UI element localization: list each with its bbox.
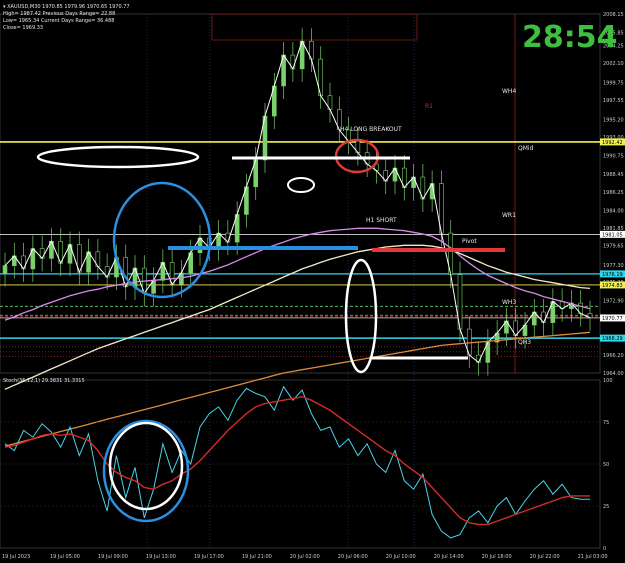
price-tick: 1964.00 [603,371,624,377]
white-small-ellipse [287,177,315,193]
time-tick: 20 Jul 10:00 [386,554,416,560]
price-tick: 1988.45 [603,172,624,178]
time-axis: 19 Jul 2023 19 Jul 05:00 19 Jul 09:00 19 Ju… [2,554,608,560]
time-tick: 19 Jul 13:00 [146,554,176,560]
time-tick: 20 Jul 02:00 [290,554,320,560]
price-tick: 1995.20 [603,117,624,123]
series-ma_cream [4,244,591,390]
stoch-signal [4,396,590,526]
price-tick: 1997.55 [603,98,624,104]
high-line: High= 1987.42 Previous Days Range= 22.88 [3,11,116,17]
label-r1: R1 [425,103,433,110]
label-qh3: QH3 [518,339,531,346]
candle-body [2,265,8,275]
price-tick: 1986.25 [603,190,624,196]
white-tall-ellipse [344,258,378,374]
price-label-pivot: 1974.83 [602,283,623,289]
label-wh3: WH3 [502,299,516,306]
stoch-panel [0,385,600,539]
symbol-line: ▾ XAUUSD,M30 1970.85 1979.96 1970.65 197… [3,4,130,10]
price-label-current: 1970.77 [602,316,623,322]
time-tick: 19 Jul 05:00 [50,554,80,560]
price-label-wr1: 1976.19 [602,272,623,278]
stoch-tick: 25 [603,504,609,510]
stoch-tick: 0 [603,546,606,552]
price-tick: 2002.10 [603,61,624,67]
label-wr1: WR1 [502,212,516,219]
time-tick: 20 Jul 14:00 [434,554,464,560]
price-tick: 1966.20 [603,353,624,359]
white-ellipse-top [36,145,200,169]
stoch-tick: 100 [603,378,613,384]
price-axis: 2008.152005.852004.252002.101999.751997.… [600,12,625,552]
time-tick: 20 Jul 06:00 [338,554,368,560]
price-tick: 1977.30 [603,263,624,269]
price-label-wh4: 1992.42 [602,140,623,146]
price-tick: 1984.00 [603,208,624,214]
time-tick: 21 Jul 03:00 [578,554,608,560]
price-label-level: 1981.05 [602,232,623,238]
white-circle-stoch [108,421,184,511]
price-label-wh3: 1968.29 [602,336,623,342]
chart-canvas: 2008.152005.852004.252002.101999.751997.… [0,12,625,560]
label-qmid: QMid [518,145,534,152]
price-tick: 1990.75 [603,153,624,159]
time-tick: 19 Jul 17:00 [194,554,224,560]
range-box [211,13,418,41]
time-tick: 19 Jul 21:00 [242,554,272,560]
time-tick: 19 Jul 2023 [2,554,30,560]
countdown-timer: 28:54 [522,20,618,55]
price-tick: 1979.65 [603,244,624,250]
price-tick: 2008.15 [603,12,624,18]
label-h1-short: H1 SHORT [366,217,397,224]
low-line: Low= 1965.34 Current Days Range= 36.488 [3,18,115,24]
label-h4-breakout: H4 LONG BREAKOUT [340,126,402,133]
series-ma_orange [4,331,591,447]
label-wh4: WH4 [502,88,516,95]
price-tick: 1972.90 [603,299,624,305]
stoch-tick: 75 [603,420,609,426]
time-tick: 20 Jul 18:00 [482,554,512,560]
time-tick: 20 Jul 22:00 [530,554,560,560]
label-pivot: Pivot [462,238,477,245]
close-line: Close= 1969.33 [3,25,44,31]
price-tick: 1999.75 [603,80,624,86]
stoch-main [4,385,590,539]
stoch-label: Stoch(36,12,1) 29.3831 31.3315 [3,378,85,384]
time-tick: 19 Jul 09:00 [98,554,128,560]
stoch-tick: 50 [603,462,609,468]
